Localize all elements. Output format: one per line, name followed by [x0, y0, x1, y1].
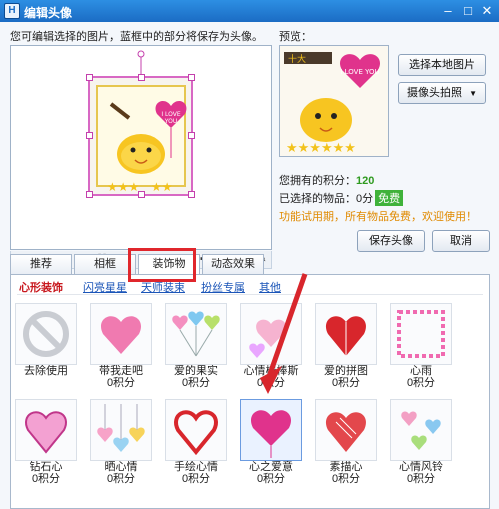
- item-name: 钻石心: [29, 461, 63, 473]
- hanging-hearts-icon: [90, 399, 152, 461]
- decoration-item[interactable]: 带我走吧 0积分: [88, 303, 154, 389]
- subcategory-heart-decorations[interactable]: 心形装饰: [19, 279, 63, 295]
- app-icon: H: [4, 3, 20, 19]
- item-name: 心之爱意: [249, 461, 293, 473]
- item-name: 去除使用: [24, 365, 68, 377]
- decoration-item[interactable]: 心之爱意 0积分: [238, 399, 304, 485]
- decoration-item[interactable]: 晒心情 0积分: [88, 399, 154, 485]
- svg-text:★★★★★★: ★★★★★★: [286, 141, 356, 156]
- hand-drawn-heart-icon: [165, 399, 227, 461]
- avatar-preview: 十大 I LOVE YOU ★★★★★★: [279, 45, 389, 157]
- item-name: 心雨: [410, 365, 432, 377]
- preview-label: 预览：: [279, 31, 312, 43]
- decoration-item[interactable]: 钻石心 0积分: [13, 399, 79, 485]
- item-price: 0积分: [406, 473, 436, 485]
- category-tabs: 推荐 相框 装饰物 动态效果: [10, 254, 490, 275]
- selected-items-row: 已选择的物品：0分 免费: [279, 190, 404, 206]
- tab-recommended[interactable]: 推荐: [10, 254, 72, 274]
- item-name: 心情风铃: [399, 461, 443, 473]
- item-name: 晒心情: [104, 461, 138, 473]
- subcategory-other[interactable]: 其他: [259, 279, 281, 295]
- image-editor-canvas[interactable]: I LOVE YOU ★★★ ★★: [10, 45, 272, 250]
- item-price: 0积分: [331, 377, 361, 389]
- crop-handle[interactable]: [188, 191, 195, 198]
- highlight-box: [128, 248, 196, 282]
- points-value: 120: [356, 175, 375, 187]
- preview-sticker-text: I LOVE YOU: [340, 68, 379, 76]
- points-label: 您拥有的积分：: [279, 175, 356, 187]
- title-bar: H 编辑头像 – □ ✕: [0, 0, 499, 22]
- heart-rain-frame-icon: [390, 303, 452, 365]
- crop-handle[interactable]: [188, 132, 195, 139]
- editor-hint: 您可编辑选择的图片，蓝框中的部分将保存为头像。: [10, 31, 263, 43]
- free-badge: 免费: [375, 190, 404, 206]
- decoration-item[interactable]: 心雨 0积分: [388, 303, 454, 389]
- selected-value: 0分: [356, 193, 374, 205]
- heart-wind-chime-icon: [390, 399, 452, 461]
- item-price: 0积分: [181, 377, 211, 389]
- item-price: 0积分: [406, 377, 436, 389]
- dialog-body: 您可编辑选择的图片，蓝框中的部分将保存为头像。 I LOVE YOU ★★★ ★…: [0, 22, 499, 509]
- crop-handle[interactable]: [138, 74, 145, 81]
- trial-notice: 功能试用期，所有物品免费，欢迎使用！: [279, 211, 477, 223]
- subcategory-divider: [17, 294, 483, 295]
- item-price: 0积分: [106, 377, 136, 389]
- item-price: 0积分: [181, 473, 211, 485]
- window-title: 编辑头像: [24, 6, 73, 20]
- crop-handle[interactable]: [188, 74, 195, 81]
- points-row: 您拥有的积分：120: [279, 172, 374, 188]
- decoration-item[interactable]: 心情风铃 0积分: [388, 399, 454, 485]
- subcategory-shiny-stars[interactable]: 闪亮星星: [83, 279, 127, 295]
- tab-frames[interactable]: 相框: [74, 254, 136, 274]
- item-name: 手绘心情: [174, 461, 218, 473]
- sketch-heart-icon: [315, 399, 377, 461]
- love-balloon-icon: [240, 399, 302, 461]
- preview-image: 十大 I LOVE YOU ★★★★★★: [280, 46, 388, 156]
- heart-balloons-icon: [165, 303, 227, 365]
- remove-decoration-icon: [15, 303, 77, 365]
- item-name: 爱的果实: [174, 365, 218, 377]
- crop-handle[interactable]: [86, 132, 93, 139]
- hearts-cluster-icon: [240, 303, 302, 365]
- crop-handle[interactable]: [86, 191, 93, 198]
- camera-capture-label: 摄像头拍照: [407, 87, 462, 99]
- puzzle-heart-icon: [315, 303, 377, 365]
- decoration-item[interactable]: 手绘心情 0积分: [163, 399, 229, 485]
- selected-label: 已选择的物品：: [279, 193, 356, 205]
- camera-capture-button[interactable]: 摄像头拍照 ▼: [398, 82, 486, 104]
- tab-dynamic-effects[interactable]: 动态效果: [202, 254, 264, 274]
- decoration-item[interactable]: 爱的果实 0积分: [163, 303, 229, 389]
- preview-banner-text: 十大: [288, 53, 306, 65]
- item-price: 0积分: [106, 473, 136, 485]
- diamond-heart-icon: [15, 399, 77, 461]
- item-name: 素描心: [329, 461, 363, 473]
- crop-handle[interactable]: [86, 74, 93, 81]
- cancel-button[interactable]: 取消: [432, 230, 490, 252]
- item-name: 带我走吧: [99, 365, 143, 377]
- crop-selection-frame[interactable]: [86, 74, 195, 198]
- subcategory-fan-exclusive[interactable]: 扮丝专属: [201, 279, 245, 295]
- heart-tag-icon: [90, 303, 152, 365]
- decoration-item[interactable]: 去除使用: [13, 303, 79, 377]
- item-name: 爱的拼图: [324, 365, 368, 377]
- decoration-item[interactable]: 爱的拼图 0积分: [313, 303, 379, 389]
- decoration-item[interactable]: 素描心 0积分: [313, 399, 379, 485]
- save-avatar-button[interactable]: 保存头像: [357, 230, 425, 252]
- item-price: 0积分: [31, 473, 61, 485]
- chevron-down-icon: ▼: [469, 89, 477, 98]
- item-price: 0积分: [256, 377, 286, 389]
- decoration-item[interactable]: 心情棒棒斯 0积分: [238, 303, 304, 389]
- item-name: 心情棒棒斯: [243, 365, 299, 377]
- item-price: 0积分: [256, 473, 286, 485]
- minimize-icon[interactable]: –: [439, 2, 457, 20]
- item-price: 0积分: [331, 473, 361, 485]
- close-icon[interactable]: ✕: [478, 2, 496, 20]
- maximize-icon[interactable]: □: [459, 2, 477, 20]
- decorations-panel: 心形装饰 闪亮星星 天师装束 扮丝专属 其他 去除使用 带我走吧 0积分 爱的果…: [10, 274, 490, 509]
- select-local-image-button[interactable]: 选择本地图片: [398, 54, 486, 76]
- crop-handle[interactable]: [138, 191, 145, 198]
